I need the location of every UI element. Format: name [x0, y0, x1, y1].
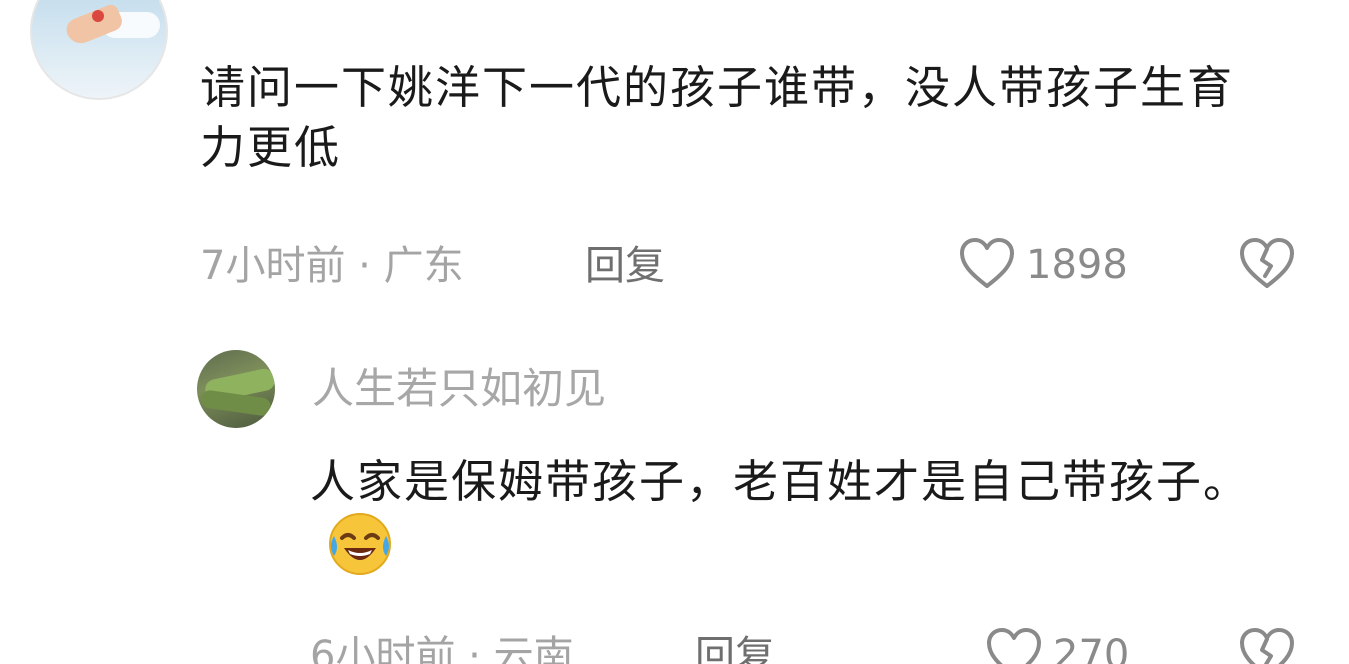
dislike-button[interactable] [1238, 236, 1296, 294]
avatar-hand [63, 2, 125, 48]
comment-time-location: 7小时前 · 广东 [200, 243, 464, 289]
broken-heart-icon [1238, 238, 1296, 294]
avatar-heart [92, 10, 104, 22]
reply-username[interactable]: 人生若只如初见 [312, 368, 606, 410]
heart-outline-icon [985, 626, 1043, 664]
reply-like-count: 270 [1053, 632, 1130, 664]
comment-text: 请问一下姚洋下一代的孩子谁带，没人带孩子生育力更低 [200, 61, 1235, 174]
reply-reply-button[interactable]: 回复 [695, 636, 775, 664]
like-count: 1898 [1026, 242, 1128, 288]
heart-outline-icon [958, 236, 1016, 294]
reply-button[interactable]: 回复 [585, 246, 665, 286]
reply-dislike-button[interactable] [1238, 626, 1296, 664]
reply-like-button[interactable]: 270 [985, 626, 1129, 664]
avatar-field-lower [200, 389, 272, 417]
reply-text: 人家是保姆带孩子，老百姓才是自己带孩子。 [310, 455, 1251, 508]
comment-item: 蛋蛋 请问一下姚洋下一代的孩子谁带，没人带孩子生育力更低 7小时前 · 广东 回… [0, 0, 1349, 330]
reply-avatar[interactable] [197, 350, 275, 428]
reply-text-block: 人家是保姆带孩子，老百姓才是自己带孩子。 [310, 448, 1310, 596]
laughing-crying-emoji-icon [324, 506, 396, 597]
avatar[interactable] [30, 0, 168, 100]
reply-time-location: 6小时前 · 云南 [310, 633, 574, 664]
like-button[interactable]: 1898 [958, 236, 1128, 294]
